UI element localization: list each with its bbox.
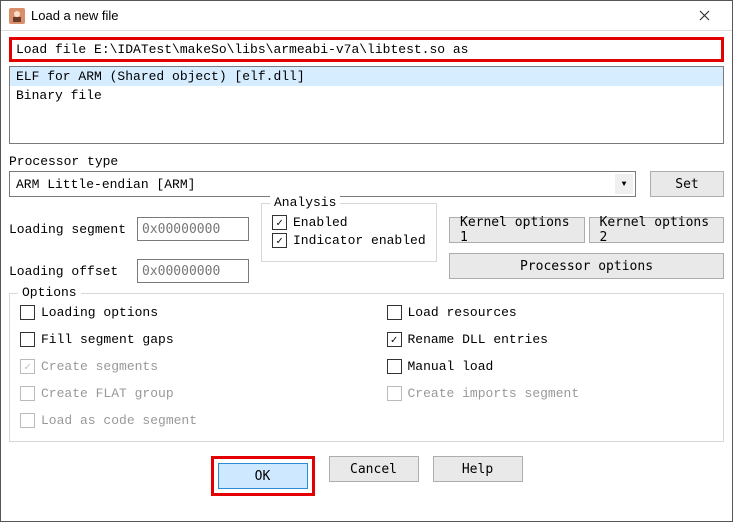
titlebar: Load a new file	[1, 1, 732, 31]
create-flat-row: Create FLAT group	[20, 386, 347, 401]
create-flat-checkbox	[20, 386, 35, 401]
help-button[interactable]: Help	[433, 456, 523, 482]
kernel-options-row: Kernel options 1 Kernel options 2	[449, 217, 724, 243]
options-columns: Loading options Fill segment gaps Create…	[20, 302, 713, 431]
mid-row: Loading segment Loading offset Analysis …	[9, 203, 724, 283]
enabled-checkbox[interactable]	[272, 215, 287, 230]
loading-segment-label: Loading segment	[9, 222, 131, 237]
create-imports-checkbox	[387, 386, 402, 401]
create-imports-row: Create imports segment	[387, 386, 714, 401]
kernel-options-column: Kernel options 1 Kernel options 2 Proces…	[449, 203, 724, 279]
load-resources-row[interactable]: Load resources	[387, 305, 714, 320]
manual-load-label: Manual load	[408, 359, 494, 374]
loading-segment-row: Loading segment	[9, 217, 249, 241]
window-title: Load a new file	[31, 8, 684, 23]
create-segments-row: Create segments	[20, 359, 347, 374]
kernel-options-1-button[interactable]: Kernel options 1	[449, 217, 585, 243]
enabled-row[interactable]: Enabled	[272, 215, 426, 230]
load-file-dialog: Load a new file Load file E:\IDATest\mak…	[0, 0, 733, 522]
rename-dll-row[interactable]: Rename DLL entries	[387, 332, 714, 347]
create-imports-label: Create imports segment	[408, 386, 580, 401]
close-icon	[699, 10, 710, 21]
bottom-button-row: OK Cancel Help	[9, 456, 724, 496]
load-as-code-row: Load as code segment	[20, 413, 347, 428]
create-segments-label: Create segments	[41, 359, 158, 374]
indicator-checkbox[interactable]	[272, 233, 287, 248]
fill-gaps-row[interactable]: Fill segment gaps	[20, 332, 347, 347]
analysis-legend: Analysis	[270, 195, 340, 210]
indicator-label: Indicator enabled	[293, 233, 426, 248]
options-legend: Options	[18, 285, 81, 300]
cancel-button[interactable]: Cancel	[329, 456, 419, 482]
loading-segment-input[interactable]	[137, 217, 249, 241]
load-file-path: Load file E:\IDATest\makeSo\libs\armeabi…	[9, 37, 724, 62]
options-col-left: Loading options Fill segment gaps Create…	[20, 302, 347, 431]
enabled-label: Enabled	[293, 215, 348, 230]
loading-offset-label: Loading offset	[9, 264, 131, 279]
processor-row: ARM Little-endian [ARM] ▼ Set	[9, 171, 724, 197]
processor-value: ARM Little-endian [ARM]	[16, 177, 195, 192]
create-flat-label: Create FLAT group	[41, 386, 174, 401]
options-group: Options Loading options Fill segment gap…	[9, 293, 724, 442]
dialog-content: Load file E:\IDATest\makeSo\libs\armeabi…	[1, 31, 732, 521]
loading-options-checkbox[interactable]	[20, 305, 35, 320]
ok-button[interactable]: OK	[218, 463, 308, 489]
create-segments-checkbox	[20, 359, 35, 374]
load-resources-checkbox[interactable]	[387, 305, 402, 320]
list-item[interactable]: Binary file	[10, 86, 723, 105]
manual-load-row[interactable]: Manual load	[387, 359, 714, 374]
load-resources-label: Load resources	[408, 305, 517, 320]
close-button[interactable]	[684, 2, 724, 30]
indicator-row[interactable]: Indicator enabled	[272, 233, 426, 248]
processor-combo[interactable]: ARM Little-endian [ARM] ▼	[9, 171, 636, 197]
manual-load-checkbox[interactable]	[387, 359, 402, 374]
file-format-list[interactable]: ELF for ARM (Shared object) [elf.dll] Bi…	[9, 66, 724, 144]
rename-dll-label: Rename DLL entries	[408, 332, 548, 347]
app-icon	[9, 8, 25, 24]
loading-offset-input[interactable]	[137, 259, 249, 283]
fill-gaps-checkbox[interactable]	[20, 332, 35, 347]
chevron-down-icon: ▼	[615, 174, 633, 194]
ok-highlight-box: OK	[211, 456, 315, 496]
segment-column: Loading segment Loading offset	[9, 203, 249, 283]
list-item[interactable]: ELF for ARM (Shared object) [elf.dll]	[10, 67, 723, 86]
load-as-code-checkbox	[20, 413, 35, 428]
loading-options-label: Loading options	[41, 305, 158, 320]
load-as-code-label: Load as code segment	[41, 413, 197, 428]
fill-gaps-label: Fill segment gaps	[41, 332, 174, 347]
set-button[interactable]: Set	[650, 171, 724, 197]
options-col-right: Load resources Rename DLL entries Manual…	[387, 302, 714, 431]
kernel-options-2-button[interactable]: Kernel options 2	[589, 217, 725, 243]
loading-offset-row: Loading offset	[9, 259, 249, 283]
loading-options-row[interactable]: Loading options	[20, 305, 347, 320]
rename-dll-checkbox[interactable]	[387, 332, 402, 347]
analysis-group: Analysis Enabled Indicator enabled	[261, 203, 437, 262]
processor-options-button[interactable]: Processor options	[449, 253, 724, 279]
processor-type-label: Processor type	[9, 154, 724, 169]
